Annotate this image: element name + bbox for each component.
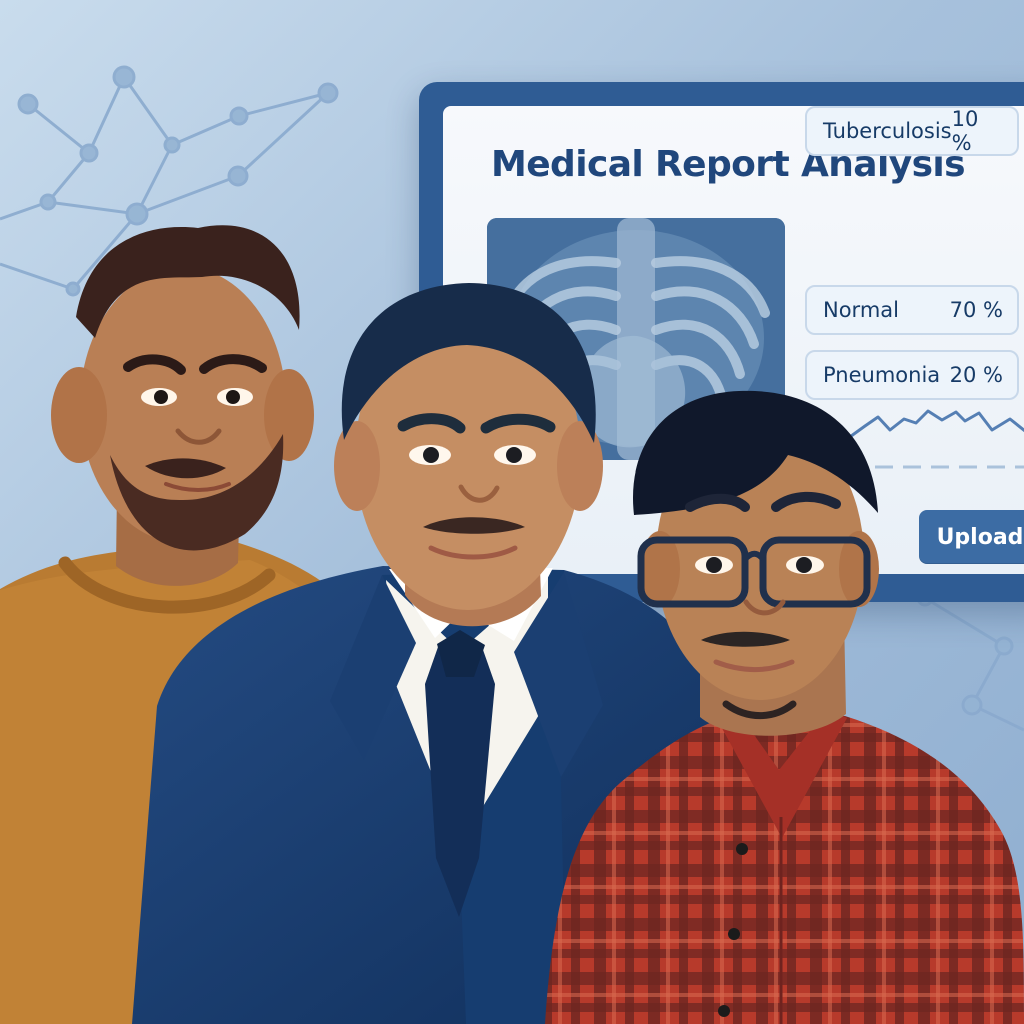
illustration-scene: Medical Report Analysis Normal 70 % Pneu… — [0, 0, 1024, 1024]
three-people-illustration — [0, 225, 1024, 1024]
